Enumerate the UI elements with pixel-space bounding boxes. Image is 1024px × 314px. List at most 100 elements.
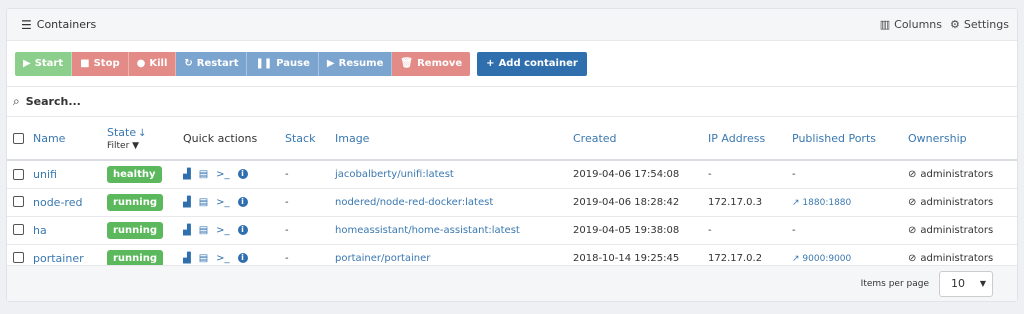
column-state[interactable]: State ↓ Filter ▼: [103, 117, 179, 160]
created-cell: 2019-04-06 18:28:42: [573, 196, 680, 208]
table-icon: ☰: [21, 17, 32, 32]
settings-button[interactable]: ⚙ Settings: [950, 18, 1009, 31]
inspect-icon[interactable]: i: [237, 169, 248, 180]
column-name-label: Name: [33, 131, 66, 145]
play-icon: ▶: [23, 58, 31, 69]
quick-actions-cell: ▟ ▤ >_ i: [179, 160, 281, 188]
stop-button[interactable]: ■ Stop: [72, 51, 129, 76]
container-actions-group: ▶ Start ■ Stop ● Kill ↻ Restart ❚❚ Pause ▶ Res…: [15, 51, 471, 76]
container-name-cell: unifi: [29, 160, 103, 188]
restart-button[interactable]: ↻ Restart: [176, 51, 248, 76]
console-icon[interactable]: >_: [216, 169, 229, 180]
stats-icon[interactable]: ▟: [183, 253, 191, 264]
column-image[interactable]: Image: [331, 117, 569, 160]
container-name-link[interactable]: unifi: [33, 168, 57, 181]
console-icon[interactable]: >_: [216, 197, 229, 208]
remove-button[interactable]: 🗑 Remove: [392, 51, 471, 76]
column-quick-actions: Quick actions: [179, 117, 281, 160]
container-name-link[interactable]: portainer: [33, 252, 84, 265]
panel-title: ☰ Containers: [21, 18, 96, 32]
status-badge: running: [107, 193, 163, 211]
image-link[interactable]: nodered/node-red-docker:latest: [335, 197, 493, 208]
published-port-link[interactable]: ↗ 9000:9000: [792, 254, 851, 264]
column-ports-label: Published Ports: [792, 131, 876, 145]
logs-icon[interactable]: ▤: [199, 169, 208, 180]
column-name[interactable]: Name: [29, 117, 103, 160]
stats-icon[interactable]: ▟: [183, 197, 191, 208]
start-button[interactable]: ▶ Start: [15, 51, 73, 76]
row-checkbox[interactable]: [13, 168, 24, 180]
inspect-icon[interactable]: i: [237, 225, 248, 235]
row-select-cell: [7, 160, 29, 188]
column-image-label: Image: [335, 131, 370, 145]
owner-label: administrators: [920, 196, 994, 208]
remove-label: Remove: [417, 58, 463, 69]
kill-button[interactable]: ● Kill: [128, 51, 177, 76]
add-container-button[interactable]: + Add container: [477, 51, 587, 76]
row-checkbox[interactable]: [13, 252, 24, 264]
settings-label: Settings: [963, 18, 1009, 31]
state-filter[interactable]: Filter ▼: [107, 141, 175, 151]
ports-cell: ↗ 1880:1880: [788, 188, 904, 216]
console-icon[interactable]: >_: [216, 225, 229, 236]
image-link[interactable]: homeassistant/home-assistant:latest: [335, 225, 520, 236]
items-per-page-select[interactable]: 10 ▼: [939, 270, 993, 297]
inspect-icon[interactable]: i: [237, 197, 248, 207]
state-cell: healthy: [103, 160, 179, 188]
ip-cell: -: [708, 168, 712, 180]
row-checkbox[interactable]: [13, 224, 24, 236]
columns-label: Columns: [894, 18, 942, 31]
refresh-icon: ↻: [184, 58, 193, 69]
stats-icon[interactable]: ▟: [183, 169, 191, 180]
chevron-down-icon: ▼: [979, 279, 986, 288]
stack-cell: -: [285, 196, 289, 208]
image-link[interactable]: jacobalberty/unifi:latest: [335, 169, 454, 180]
owner-label: administrators: [920, 252, 994, 264]
container-name-link[interactable]: node-red: [33, 196, 82, 209]
column-ip[interactable]: IP Address: [704, 117, 788, 160]
stats-icon[interactable]: ▟: [183, 225, 191, 236]
logs-icon[interactable]: ▤: [199, 225, 208, 236]
columns-icon: ▥: [879, 18, 891, 31]
search-input[interactable]: [25, 95, 326, 108]
logs-icon[interactable]: ▤: [199, 253, 208, 264]
table-row: unifi healthy ▟ ▤ >_ i - jacobalberty/unifi…: [7, 160, 1017, 188]
column-stack[interactable]: Stack: [281, 117, 331, 160]
column-ip-label: IP Address: [708, 131, 766, 145]
logs-icon[interactable]: ▤: [199, 197, 208, 208]
actions-toolbar: ▶ Start ■ Stop ● Kill ↻ Restart ❚❚ Pause ▶ Res…: [7, 41, 1017, 87]
search-bar: ⌕: [7, 87, 1017, 117]
eye-slash-icon: ⊘: [908, 224, 917, 236]
stack-cell: -: [285, 224, 289, 236]
console-icon[interactable]: >_: [216, 253, 229, 264]
column-ports[interactable]: Published Ports: [788, 117, 904, 160]
filter-icon: ▼: [132, 140, 140, 151]
port-label: 1880:1880: [802, 197, 852, 208]
eye-slash-icon: ⊘: [908, 252, 917, 264]
created-cell: 2019-04-05 19:38:08: [573, 224, 680, 236]
pause-icon: ❚❚: [255, 58, 273, 69]
row-checkbox[interactable]: [13, 196, 24, 208]
column-created[interactable]: Created: [569, 117, 704, 160]
column-ownership[interactable]: Ownership: [904, 117, 1017, 160]
table-header-row: Name State ↓ Filter ▼ Quick actions Stack…: [7, 117, 1017, 160]
status-badge: running: [107, 221, 163, 239]
columns-button[interactable]: ▥ Columns: [880, 18, 942, 31]
image-link[interactable]: portainer/portainer: [335, 253, 430, 264]
bomb-icon: ●: [136, 58, 146, 69]
published-port-link[interactable]: ↗ 1880:1880: [792, 198, 851, 208]
owner-label: administrators: [920, 168, 994, 180]
inspect-icon[interactable]: i: [237, 253, 248, 263]
created-cell: 2019-04-06 17:54:08: [573, 168, 680, 180]
pause-button[interactable]: ❚❚ Pause: [247, 51, 319, 76]
select-all-checkbox[interactable]: [13, 133, 24, 144]
select-all-cell: [7, 117, 29, 160]
trash-icon: 🗑: [400, 58, 414, 69]
resume-button[interactable]: ▶ Resume: [318, 51, 393, 76]
state-cell: running: [103, 188, 179, 216]
container-name-link[interactable]: ha: [33, 224, 47, 237]
plus-icon: +: [486, 58, 495, 69]
add-container-label: Add container: [498, 58, 578, 69]
container-name-cell: node-red: [29, 188, 103, 216]
status-badge: healthy: [107, 165, 162, 183]
